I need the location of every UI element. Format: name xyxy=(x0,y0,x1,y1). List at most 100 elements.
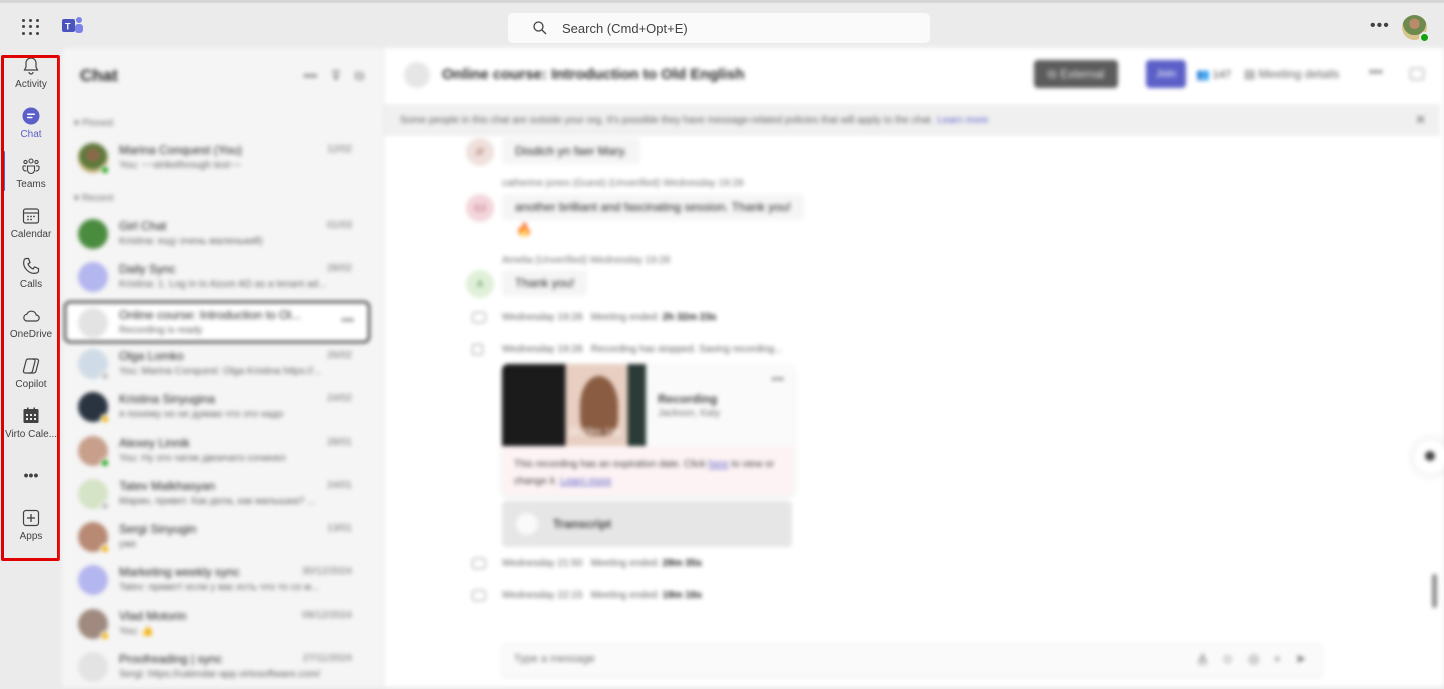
avatar xyxy=(78,143,110,175)
chat-list-item[interactable]: Vlad Motorin You: 👍 09/12/2024 xyxy=(66,604,370,646)
more-options-button[interactable]: ••• xyxy=(1370,17,1390,35)
compose-placeholder: Type a message xyxy=(514,653,595,665)
rail-item-teams[interactable]: Teams xyxy=(0,156,62,204)
chat-preview: You: 👍 xyxy=(119,625,154,637)
rail-item-activity[interactable]: Activity xyxy=(0,56,62,104)
chat-preview: я понему но не думаю что это надо xyxy=(119,409,284,421)
system-event: Wednesday 19:28 Meeting ended: 2h 32m 23… xyxy=(502,312,717,323)
recent-section-header[interactable]: ▾ Recent xyxy=(74,193,114,204)
chat-preview: You: Ну это чатик двоичато сочинял xyxy=(119,452,286,464)
attach-plus-icon[interactable]: + xyxy=(1274,651,1282,667)
chat-list-item[interactable]: Proofreading | sync Sergi: https://calend… xyxy=(66,647,370,689)
rail-label: Calls xyxy=(19,279,43,290)
chat-name: Tatev Malkhasyan xyxy=(119,478,216,493)
message-compose-box[interactable]: Type a message A̲ ☺ ◎ + ➤ xyxy=(502,642,1322,676)
rail-item-more[interactable]: ••• xyxy=(0,464,62,512)
side-panel-icon[interactable] xyxy=(1410,68,1424,80)
chat-list-item[interactable]: Online course: Introduction to Ol... Reco… xyxy=(64,300,370,343)
chat-name: Online course: Introduction to Ol... xyxy=(119,307,302,322)
message-meta: Amelia (Unverified) Wednesday 19:28 xyxy=(502,255,671,266)
chat-name: Proofreading | sync xyxy=(119,652,223,666)
apps-plus-icon xyxy=(22,509,40,527)
avatar: JF xyxy=(466,138,494,166)
chat-icon xyxy=(22,107,40,125)
teams-icon xyxy=(22,158,40,175)
chat-main-pane: Online course: Introduction to Old Engli… xyxy=(384,48,1444,687)
presence-icon xyxy=(100,414,110,425)
recording-duration: 1h 28m 16s xyxy=(568,427,621,438)
filter-icon[interactable]: ⊽ xyxy=(331,68,341,84)
pinned-section-header[interactable]: ▾ Pinned xyxy=(74,118,113,129)
rail-item-calendar[interactable]: Calendar xyxy=(0,206,62,254)
chat-list-item[interactable]: Tatev Malkhasyan Марин, привет. Как дела,… xyxy=(66,474,370,516)
send-icon[interactable]: ➤ xyxy=(1295,651,1306,667)
loop-icon[interactable]: ◎ xyxy=(1248,651,1259,667)
chat-list-item[interactable]: Girl Chat Kristina: ещу очень маленький) 0… xyxy=(66,214,370,256)
reaction-fire-icon[interactable]: 🔥 xyxy=(516,222,532,238)
chat-list-item[interactable]: Daily Sync Kristina: 1. Log in to Azure A… xyxy=(66,257,370,299)
rail-item-onedrive[interactable]: OneDrive xyxy=(0,306,62,354)
rail-label: Calendar xyxy=(10,229,52,240)
recording-more-button[interactable]: ••• xyxy=(771,372,784,386)
rail-item-calls[interactable]: Calls xyxy=(0,256,62,304)
video-camera-icon xyxy=(472,590,486,601)
chat-list-item[interactable]: Sergi Sinyugin уже 13/01 xyxy=(66,517,370,559)
presence-icon xyxy=(100,630,110,641)
emoji-icon[interactable]: ☺ xyxy=(1221,651,1234,667)
here-link[interactable]: here xyxy=(709,459,729,470)
rail-item-virto-calendar[interactable]: Virto Cale... xyxy=(0,406,62,454)
message-bubble[interactable]: Thank you! xyxy=(502,270,588,296)
share-floating-button[interactable] xyxy=(1414,440,1444,474)
join-button[interactable]: Join xyxy=(1146,60,1186,88)
chat-list-item[interactable]: Kristina Sinyugina я понему но не думаю ч… xyxy=(66,387,370,429)
more-options-icon[interactable]: ••• xyxy=(304,68,318,84)
avatar: A xyxy=(466,270,494,298)
calendar-icon xyxy=(22,208,40,224)
transcript-button[interactable]: Transcript xyxy=(502,501,792,547)
external-icon: ⧉ xyxy=(1047,66,1057,81)
chat-item-more-button[interactable]: ••• xyxy=(341,313,354,327)
recording-thumbnail[interactable]: 1h 28m 16s xyxy=(502,364,646,446)
chat-name: Sergi Sinyugin xyxy=(119,522,197,537)
external-button[interactable]: ⧉ External xyxy=(1034,60,1118,88)
message-meta: catherine jones (Guest) (Unverified) Wed… xyxy=(502,178,744,189)
app-launcher-icon[interactable] xyxy=(20,17,40,37)
header-more-button[interactable]: ••• xyxy=(1369,64,1383,79)
banner-learn-more-link[interactable]: Learn more xyxy=(937,115,988,126)
message-bubble[interactable]: another brilliant and fascinating sessio… xyxy=(502,194,804,220)
chat-name: Olga Lomko xyxy=(119,348,184,363)
message-bubble[interactable]: Disdich yn faer Mary. xyxy=(502,138,640,164)
presence-icon xyxy=(100,370,110,381)
chat-title: Online course: Introduction to Old Engli… xyxy=(442,66,745,83)
rail-label: Activity xyxy=(15,79,47,90)
rail-item-chat[interactable]: Chat xyxy=(0,106,62,154)
learn-more-link[interactable]: Learn more xyxy=(560,476,611,487)
profile-avatar[interactable] xyxy=(1402,15,1430,43)
close-icon[interactable]: ✕ xyxy=(1415,112,1426,128)
search-input[interactable]: Search (Cmd+Opt+E) xyxy=(508,13,930,43)
banner-text: Some people in this chat are outside you… xyxy=(400,114,934,126)
rail-label: Teams xyxy=(16,179,46,190)
chat-list-item[interactable]: Marketing weekly sync Tatev: привет! если… xyxy=(66,560,370,602)
recording-card[interactable]: 1h 28m 16s Recording Jackson, Katy ••• T… xyxy=(502,364,794,496)
chat-list-item[interactable]: Marina Conquest (You) You: ~~strikethroug… xyxy=(66,138,370,180)
transcript-label: Transcript xyxy=(553,517,612,531)
chat-list-title: Chat xyxy=(80,66,118,85)
rail-item-apps[interactable]: Apps xyxy=(0,508,62,556)
chat-list-item[interactable]: Olga Lomko You: Marina Conquest: Olga Kri… xyxy=(66,344,370,386)
svg-text:T: T xyxy=(65,22,71,32)
chat-list-item[interactable]: Alexey Linnik You: Ну это чатик двоичато … xyxy=(66,431,370,473)
meeting-details-button[interactable]: ▤ Meeting details xyxy=(1244,67,1339,81)
scrollbar-thumb[interactable] xyxy=(1432,574,1437,608)
avatar xyxy=(78,608,110,641)
format-icon[interactable]: A̲ xyxy=(1198,651,1207,667)
participants-button[interactable]: 👥 147 xyxy=(1196,68,1231,81)
chat-time: 28/02 xyxy=(326,263,352,275)
system-event: Wednesday 21:50 Meeting ended: 28m 35s xyxy=(502,558,702,569)
presence-icon xyxy=(100,500,110,511)
chat-time: 24/02 xyxy=(326,393,352,405)
new-chat-icon[interactable]: ⧉ xyxy=(355,68,364,84)
avatar xyxy=(78,392,110,425)
avatar xyxy=(78,307,108,338)
rail-item-copilot[interactable]: Copilot xyxy=(0,356,62,404)
